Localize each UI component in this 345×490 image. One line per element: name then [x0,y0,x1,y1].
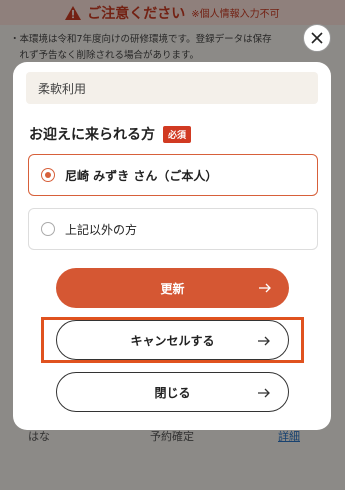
arrow-right-icon [257,280,273,296]
reservation-modal: 柔軟利用 お迎えに来られる方 必須 尼崎 みずき さん（ご本人） 上記以外の方 … [13,62,331,430]
update-button-label: 更新 [160,281,185,296]
close-icon [311,29,323,48]
reason-value: 柔軟利用 [38,82,87,96]
close-button-label: 閉じる [154,385,191,400]
arrow-right-icon [256,385,272,401]
cancel-button-highlight [41,317,304,363]
radio-unselected-icon [41,222,55,236]
radio-selected-icon [41,168,55,182]
pickup-option-self[interactable]: 尼崎 みずき さん（ご本人） [28,154,318,196]
pickup-label: お迎えに来られる方 [29,127,155,143]
pickup-option-other[interactable]: 上記以外の方 [28,208,318,250]
close-button[interactable] [303,24,331,52]
pickup-section-label: お迎えに来られる方 必須 [29,124,192,144]
update-button[interactable]: 更新 [56,268,289,308]
reason-field: 柔軟利用 [26,72,318,104]
required-badge: 必須 [163,125,192,143]
pickup-option-label: 上記以外の方 [65,222,138,237]
pickup-option-label: 尼崎 みずき さん（ご本人） [65,168,218,183]
close-modal-button[interactable]: 閉じる [56,372,289,412]
